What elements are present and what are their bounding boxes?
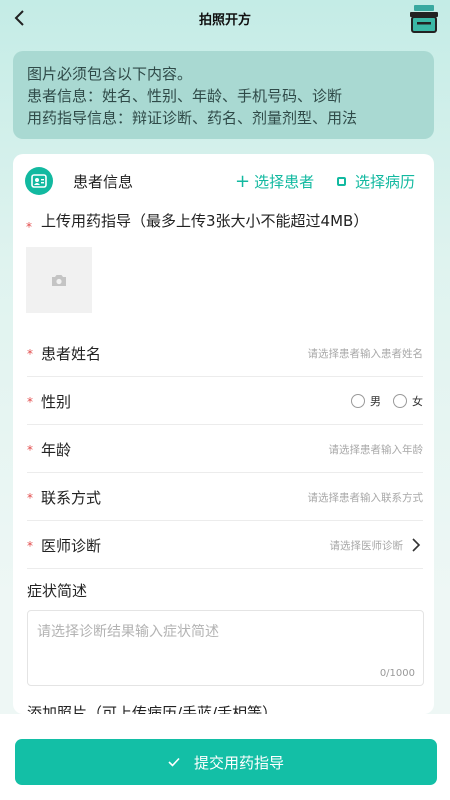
- symptom-textarea[interactable]: 请选择诊断结果输入症状简述 0/1000: [27, 610, 424, 686]
- select-record-label: 选择病历: [355, 173, 416, 191]
- required-mark: *: [27, 491, 33, 505]
- contact-input[interactable]: 请选择患者输入联系方式: [308, 490, 424, 505]
- select-patient-button[interactable]: + 选择患者: [235, 171, 314, 192]
- patient-info-card: 患者信息 + 选择患者 选择病历 * 上传用药指导（最多上传3张大小不能超过4M…: [13, 154, 434, 714]
- top-bar: 拍照开方: [0, 0, 450, 40]
- submit-label: 提交用药指导: [193, 753, 284, 772]
- radio-label: 女: [412, 395, 423, 408]
- shopping-basket-button[interactable]: [408, 4, 440, 34]
- card-title: 患者信息: [73, 173, 134, 191]
- upload-photo-button[interactable]: [26, 247, 92, 313]
- field-gender: * 性别 男 女: [27, 377, 423, 425]
- select-record-button[interactable]: 选择病历: [337, 171, 415, 192]
- patient-card-icon: [25, 167, 53, 195]
- gender-male-radio[interactable]: 男: [351, 393, 381, 409]
- patient-name-input[interactable]: 请选择患者输入患者姓名: [308, 346, 424, 361]
- field-label: 联系方式: [41, 489, 102, 507]
- record-icon: [337, 177, 346, 186]
- age-input[interactable]: 请选择患者输入年龄: [329, 442, 424, 457]
- required-mark: *: [27, 347, 33, 361]
- radio-circle-icon: [351, 394, 365, 408]
- requirements-notice: 图片必须包含以下内容。 患者信息：姓名、性别、年龄、手机号码、诊断 用药指导信息…: [13, 51, 434, 139]
- radio-circle-icon: [393, 394, 407, 408]
- shopping-basket-icon: [410, 5, 438, 33]
- diagnosis-select[interactable]: 请选择医师诊断: [330, 538, 404, 553]
- upload-label: 上传用药指导（最多上传3张大小不能超过4MB）: [41, 212, 369, 230]
- plus-icon: +: [235, 171, 251, 192]
- required-mark: *: [27, 395, 33, 409]
- field-label: 年龄: [41, 441, 72, 459]
- check-icon: [168, 757, 180, 767]
- field-age[interactable]: * 年龄 请选择患者输入年龄: [27, 425, 423, 473]
- add-photo-label: 添加照片（可上传病历/手蓝/舌相等）: [27, 704, 278, 714]
- symptom-placeholder: 请选择诊断结果输入症状简述: [37, 624, 219, 640]
- camera-icon: [52, 274, 66, 286]
- gender-female-radio[interactable]: 女: [393, 393, 423, 409]
- notice-line: 用药指导信息：辩证诊断、药名、剂量剂型、用法: [27, 109, 358, 127]
- field-label: 医师诊断: [41, 537, 102, 555]
- notice-line: 患者信息：姓名、性别、年龄、手机号码、诊断: [27, 87, 343, 105]
- field-diagnosis[interactable]: * 医师诊断 请选择医师诊断: [27, 521, 423, 569]
- character-count: 0/1000: [379, 668, 415, 679]
- card-header: 患者信息 + 选择患者 选择病历: [13, 154, 434, 209]
- submit-button[interactable]: 提交用药指导: [15, 739, 437, 785]
- required-mark: *: [27, 539, 33, 553]
- field-patient-name[interactable]: * 患者姓名 请选择患者输入患者姓名: [27, 329, 423, 377]
- required-mark: *: [26, 220, 32, 234]
- symptom-label: 症状简述: [27, 582, 88, 600]
- field-label: 患者姓名: [41, 345, 102, 363]
- field-contact[interactable]: * 联系方式 请选择患者输入联系方式: [27, 473, 423, 521]
- gender-radio-group: 男 女: [339, 393, 423, 409]
- required-mark: *: [27, 443, 33, 457]
- radio-label: 男: [370, 395, 381, 408]
- chevron-right-icon: [412, 538, 421, 552]
- field-label: 性别: [41, 393, 72, 411]
- select-patient-label: 选择患者: [254, 173, 315, 191]
- page-title: 拍照开方: [198, 13, 251, 28]
- notice-line: 图片必须包含以下内容。: [27, 65, 193, 83]
